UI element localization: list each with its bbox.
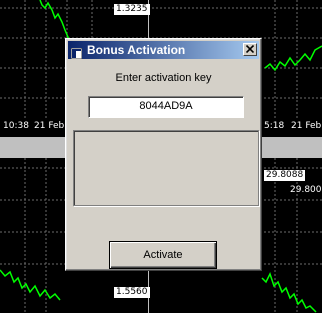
time-label-right: 5:18 — [264, 121, 285, 131]
activation-prompt: Enter activation key — [115, 72, 212, 84]
window-icon — [70, 44, 83, 60]
activation-key-input[interactable]: 8044AD9A — [88, 96, 244, 118]
status-message-box — [73, 130, 259, 206]
dialog-titlebar[interactable]: Bonus Activation — [68, 41, 259, 60]
price-tag-bottom: 1.5560 — [114, 287, 150, 298]
close-icon — [246, 45, 254, 53]
price-tag-right: 29.8088 — [264, 170, 306, 181]
bonus-activation-dialog: Bonus Activation Enter activation key 80… — [65, 38, 262, 271]
time-label: 10:38 — [3, 121, 29, 131]
close-button[interactable] — [243, 43, 257, 56]
date-label-right: 21 Feb — [291, 121, 322, 131]
price-label-right: 29.800 — [290, 185, 322, 195]
price-tag: 1.3235 — [114, 4, 150, 15]
dialog-title: Bonus Activation — [87, 43, 186, 57]
activate-button[interactable]: Activate — [109, 241, 217, 269]
date-label: 21 Feb — [34, 121, 65, 131]
